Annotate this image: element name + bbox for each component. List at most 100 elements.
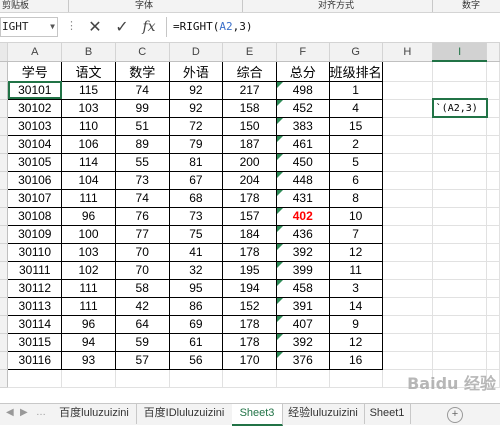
data-cell[interactable]: 30113: [7, 296, 63, 316]
column-header-g[interactable]: G: [329, 43, 383, 62]
column-header-f[interactable]: F: [276, 43, 330, 62]
data-cell[interactable]: 30102: [7, 98, 63, 118]
data-cell[interactable]: 2: [328, 134, 383, 154]
data-cell[interactable]: 30105: [7, 152, 63, 172]
enter-icon[interactable]: ✓: [111, 17, 133, 37]
empty-cell[interactable]: [432, 61, 488, 82]
empty-cell[interactable]: [382, 351, 434, 370]
data-cell[interactable]: 30103: [7, 116, 63, 136]
row-header[interactable]: [0, 81, 9, 100]
insert-function-icon[interactable]: fx: [138, 17, 160, 37]
empty-cell[interactable]: [432, 297, 488, 316]
empty-cell[interactable]: [276, 369, 330, 388]
data-cell[interactable]: 95: [168, 278, 224, 298]
data-cell[interactable]: 89: [114, 134, 170, 154]
data-cell[interactable]: 67: [168, 170, 224, 190]
data-cell[interactable]: 8: [328, 188, 383, 208]
data-cell[interactable]: 32: [168, 260, 224, 280]
data-cell[interactable]: 30110: [7, 242, 63, 262]
formula-cell[interactable]: `(A2,3): [431, 98, 488, 118]
row-header[interactable]: [0, 279, 9, 298]
data-cell[interactable]: 30104: [7, 134, 63, 154]
header-cell[interactable]: 综合: [222, 60, 277, 82]
empty-cell[interactable]: [382, 61, 434, 82]
data-cell[interactable]: 76: [114, 206, 170, 226]
row-header[interactable]: [0, 171, 9, 190]
data-cell[interactable]: 69: [168, 314, 224, 334]
row-header[interactable]: [0, 297, 9, 316]
header-cell[interactable]: 外语: [168, 60, 224, 82]
empty-cell[interactable]: [432, 243, 488, 262]
column-header-c[interactable]: C: [115, 43, 170, 62]
empty-cell[interactable]: [382, 207, 434, 226]
empty-cell[interactable]: [382, 99, 434, 118]
data-cell[interactable]: 392: [275, 242, 330, 262]
data-cell[interactable]: 41: [168, 242, 224, 262]
data-cell[interactable]: 450: [275, 152, 330, 172]
tab-sheet[interactable]: Sheet3: [232, 404, 283, 426]
data-cell[interactable]: 79: [168, 134, 224, 154]
empty-cell[interactable]: [432, 171, 488, 190]
empty-cell[interactable]: [432, 261, 488, 280]
data-cell[interactable]: 92: [168, 98, 224, 118]
data-cell[interactable]: 30107: [7, 188, 63, 208]
row-header[interactable]: [0, 189, 9, 208]
row-header[interactable]: [0, 135, 9, 154]
data-cell[interactable]: 436: [275, 224, 330, 244]
data-cell[interactable]: 376: [275, 350, 330, 370]
data-cell[interactable]: 99: [114, 98, 170, 118]
data-cell[interactable]: 15: [328, 116, 383, 136]
empty-cell[interactable]: [382, 297, 434, 316]
row-header[interactable]: [0, 225, 9, 244]
data-cell[interactable]: 30106: [7, 170, 63, 190]
data-cell[interactable]: 448: [275, 170, 330, 190]
data-cell[interactable]: 111: [61, 278, 116, 298]
data-cell[interactable]: 103: [61, 98, 116, 118]
tab-sheet[interactable]: 百度luluzuizini: [52, 404, 137, 424]
data-cell[interactable]: 391: [275, 296, 330, 316]
data-cell[interactable]: 96: [61, 206, 116, 226]
empty-cell[interactable]: [169, 369, 224, 388]
data-cell[interactable]: 56: [168, 350, 224, 370]
data-cell[interactable]: 106: [61, 134, 116, 154]
header-cell[interactable]: 总分: [275, 60, 330, 82]
row-header[interactable]: [0, 351, 9, 370]
header-cell[interactable]: 学号: [7, 60, 63, 82]
data-cell[interactable]: 74: [114, 80, 170, 100]
data-cell[interactable]: 64: [114, 314, 170, 334]
empty-cell[interactable]: [432, 189, 488, 208]
row-header[interactable]: [0, 243, 9, 262]
empty-cell[interactable]: [432, 117, 488, 136]
header-cell[interactable]: 语文: [61, 60, 116, 82]
data-cell[interactable]: 114: [61, 152, 116, 172]
formula-bar-grip-icon[interactable]: ⋮: [66, 19, 77, 32]
row-header[interactable]: [0, 261, 9, 280]
column-header-d[interactable]: D: [169, 43, 224, 62]
data-cell[interactable]: 30115: [7, 332, 63, 352]
data-cell[interactable]: 195: [222, 260, 277, 280]
empty-cell[interactable]: [432, 135, 488, 154]
data-cell[interactable]: 111: [61, 188, 116, 208]
data-cell[interactable]: 4: [328, 98, 383, 118]
data-cell[interactable]: 51: [114, 116, 170, 136]
data-cell[interactable]: 217: [222, 80, 277, 100]
column-header-i[interactable]: I: [432, 43, 488, 62]
data-cell[interactable]: 110: [61, 116, 116, 136]
data-cell[interactable]: 158: [222, 98, 277, 118]
data-cell[interactable]: 104: [61, 170, 116, 190]
empty-cell[interactable]: [382, 225, 434, 244]
data-cell[interactable]: 77: [114, 224, 170, 244]
data-cell[interactable]: 72: [168, 116, 224, 136]
empty-cell[interactable]: [115, 369, 170, 388]
data-cell[interactable]: 170: [222, 350, 277, 370]
data-cell[interactable]: 111: [61, 296, 116, 316]
data-cell[interactable]: 42: [114, 296, 170, 316]
chevron-down-icon[interactable]: ▼: [50, 18, 55, 36]
header-cell[interactable]: 班级排名: [328, 60, 383, 82]
empty-cell[interactable]: [382, 315, 434, 334]
empty-cell[interactable]: [382, 261, 434, 280]
data-cell[interactable]: 458: [275, 278, 330, 298]
empty-cell[interactable]: [432, 207, 488, 226]
empty-cell[interactable]: [432, 351, 488, 370]
data-cell[interactable]: 184: [222, 224, 277, 244]
